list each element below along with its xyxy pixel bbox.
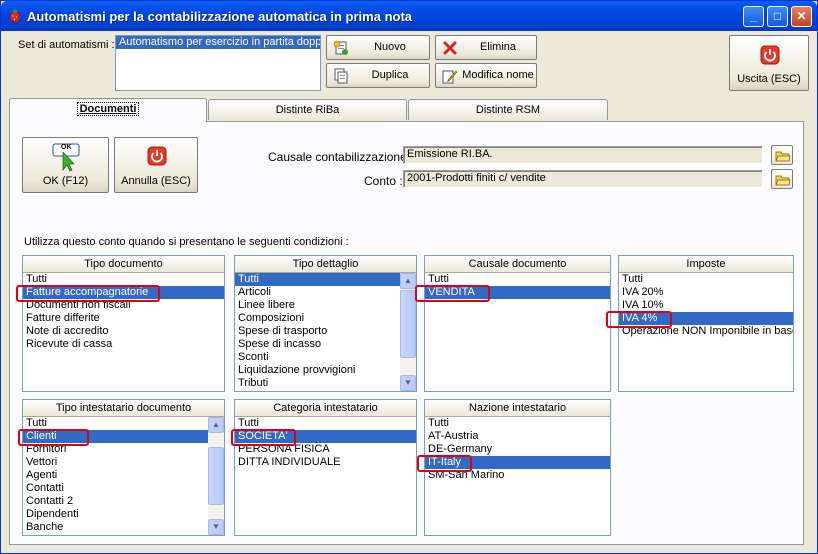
list-item[interactable]: Sconti [235, 351, 400, 364]
scroll-up-icon[interactable]: ▲ [208, 417, 224, 433]
list-item[interactable]: Liquidazione provvigioni [235, 364, 400, 377]
list-item[interactable]: Ricevute di cassa [23, 338, 224, 351]
window-title: Automatismi per la contabilizzazione aut… [27, 9, 413, 24]
tab-distinte-rsm[interactable]: Distinte RSM [408, 99, 608, 120]
list-item[interactable]: Contatti [23, 482, 208, 495]
tipo-intestatario-scrollbar[interactable]: ▲ ▼ [208, 417, 224, 535]
strawberry-icon [9, 9, 21, 23]
conditions-text: Utilizza questo conto quando si presenta… [24, 236, 349, 248]
close-button[interactable]: ✕ [791, 6, 812, 27]
imposte-header: Imposte [619, 256, 793, 273]
duplica-button[interactable]: Duplica [326, 63, 430, 88]
edit-pencil-icon [442, 70, 458, 84]
maximize-button[interactable]: □ [767, 6, 788, 27]
tipo-intestatario-header: Tipo intestatario documento [23, 400, 224, 417]
uscita-button[interactable]: Uscita (ESC) [729, 35, 809, 91]
list-item[interactable]: Banche [23, 521, 208, 534]
scroll-up-icon[interactable]: ▲ [400, 273, 416, 289]
categoria-intestatario-header: Categoria intestatario [235, 400, 416, 417]
conto-label: Conto : [364, 174, 403, 188]
highlight-it-italy [417, 455, 472, 472]
highlight-clienti [18, 429, 89, 446]
list-item[interactable]: Tributi [235, 377, 400, 390]
tipo-dettaglio-scrollbar[interactable]: ▲ ▼ [400, 273, 416, 391]
new-document-icon [333, 40, 348, 55]
list-item[interactable]: Composizioni [235, 312, 400, 325]
set-item-selected[interactable]: Automatismo per esercizio in partita dop… [116, 36, 320, 49]
list-item[interactable]: Tutti [235, 273, 400, 286]
highlight-iva-4 [606, 311, 672, 328]
documenti-panel: OK OK (F12) Annulla (ESC) Causale contab… [9, 121, 804, 545]
highlight-vendita [415, 285, 490, 302]
red-x-icon [443, 41, 457, 55]
list-item[interactable]: Note di accredito [23, 325, 224, 338]
causale-documento-header: Causale documento [425, 256, 610, 273]
conto-folder-button[interactable] [771, 169, 793, 189]
list-item[interactable]: Linee libere [235, 299, 400, 312]
tab-documenti[interactable]: Documenti [9, 98, 207, 122]
nazione-intestatario-header: Nazione intestatario [425, 400, 610, 417]
list-item[interactable]: Dipendenti [23, 508, 208, 521]
annulla-button[interactable]: Annulla (ESC) [114, 137, 198, 193]
power-icon [760, 45, 780, 65]
elimina-label: Elimina [479, 41, 517, 53]
copy-icon [334, 68, 348, 84]
elimina-button[interactable]: Elimina [435, 35, 537, 60]
causale-label: Causale contabilizzazione : [268, 150, 414, 164]
list-item[interactable]: Articoli [235, 286, 400, 299]
duplica-label: Duplica [371, 69, 409, 81]
scroll-down-icon[interactable]: ▼ [208, 519, 224, 535]
tab-documenti-label: Documenti [76, 102, 140, 116]
scroll-thumb[interactable] [208, 447, 224, 505]
tipo-dettaglio-header: Tipo dettaglio [235, 256, 416, 273]
modifica-nome-button[interactable]: Modifica nome [435, 63, 537, 88]
tipo-documento-group: Tipo documento Tutti Fatture accompagnato… [22, 255, 225, 392]
causale-documento-group: Causale documento Tutti VENDITA [424, 255, 611, 392]
tipo-intestatario-group: Tipo intestatario documento Tutti Clienti… [22, 399, 225, 536]
ok-button[interactable]: OK OK (F12) [22, 137, 109, 193]
modifica-nome-label: Modifica nome [462, 69, 534, 81]
tipo-dettaglio-list[interactable]: Tutti Articoli Linee libere Composizioni Spe… [235, 273, 400, 391]
uscita-label: Uscita (ESC) [737, 73, 801, 85]
list-item[interactable]: Contatti 2 [23, 495, 208, 508]
nuovo-label: Nuovo [374, 41, 406, 53]
causale-field[interactable]: Emissione RI.BA. [403, 146, 763, 164]
title-bar[interactable]: Automatismi per la contabilizzazione aut… [1, 1, 817, 31]
imposte-list[interactable]: Tutti IVA 20% IVA 10% IVA 4% Operazione NON … [619, 273, 793, 391]
list-item[interactable]: Spese di trasporto [235, 325, 400, 338]
highlight-fatture-accompagnatorie [16, 285, 160, 302]
list-item[interactable]: IVA 20% [619, 286, 793, 299]
ok-badge: OK [61, 144, 72, 151]
conto-field[interactable]: 2001-Prodotti finiti c/ vendite [403, 170, 763, 188]
annulla-label: Annulla (ESC) [121, 175, 191, 187]
tab-distinte-riba[interactable]: Distinte RiBa [208, 99, 407, 120]
ok-label: OK (F12) [42, 175, 89, 187]
nuovo-button[interactable]: Nuovo [326, 35, 430, 60]
list-item[interactable]: Fatture differite [23, 312, 224, 325]
folder-icon [775, 175, 791, 186]
list-item[interactable]: Tutti [425, 417, 610, 430]
nazione-intestatario-list[interactable]: Tutti AT-Austria DE-Germany IT-Italy SM-San … [425, 417, 610, 535]
list-item[interactable]: AT-Austria [425, 430, 610, 443]
scroll-thumb[interactable] [400, 290, 416, 358]
minimize-button[interactable]: _ [743, 6, 764, 27]
list-item[interactable]: Tutti [619, 273, 793, 286]
categoria-intestatario-group: Categoria intestatario Tutti SOCIETA' PERS… [234, 399, 417, 536]
set-label: Set di automatismi : [18, 39, 115, 51]
highlight-societa [231, 429, 296, 446]
set-listbox[interactable]: Automatismo per esercizio in partita dop… [115, 35, 321, 91]
tipo-documento-header: Tipo documento [23, 256, 224, 273]
causale-folder-button[interactable] [771, 145, 793, 165]
list-item[interactable]: Spese di incasso [235, 338, 400, 351]
list-item[interactable]: Agenti [23, 469, 208, 482]
folder-icon [775, 151, 791, 162]
power-icon [147, 146, 167, 166]
list-item[interactable]: Vettori [23, 456, 208, 469]
tipo-dettaglio-group: Tipo dettaglio Tutti Articoli Linee libere… [234, 255, 417, 392]
scroll-down-icon[interactable]: ▼ [400, 375, 416, 391]
list-item[interactable]: DITTA INDIVIDUALE [235, 456, 416, 469]
main-window: Automatismi per la contabilizzazione aut… [0, 0, 818, 554]
